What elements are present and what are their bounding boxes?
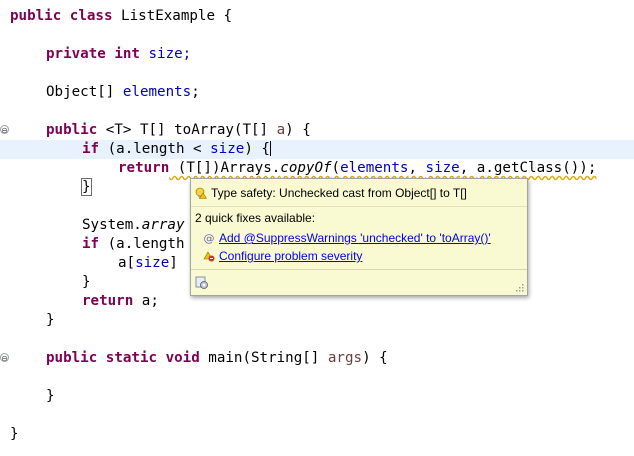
quick-fix-suppress-warnings[interactable]: @ Add @SuppressWarnings 'unchecked' to '… — [203, 230, 491, 246]
code-text: a.getClass()); — [476, 160, 597, 176]
field-name: size — [425, 160, 460, 176]
fold-collapse-icon[interactable]: ⊖ — [0, 125, 9, 135]
warning-underline-expression[interactable]: (T[])Arrays.copyOf(elements, size, a.get… — [169, 160, 597, 176]
code-line-main-decl[interactable]: public static void main(String[] args) { — [46, 349, 388, 368]
parameter-name: args — [327, 350, 363, 366]
code-line-close-brace[interactable]: } — [10, 425, 19, 444]
code-text: main(String[] — [199, 350, 328, 366]
code-line-close-brace[interactable]: } — [46, 387, 55, 406]
keyword: return — [82, 293, 134, 309]
code-text: ] — [169, 255, 178, 271]
static-method-name: array — [141, 217, 185, 233]
code-line-toarray-decl[interactable]: public <T> T[] toArray(T[] a) { — [46, 121, 311, 140]
problem-text: Type safety: Unchecked cast from Object[… — [211, 186, 467, 200]
keyword: int — [114, 46, 140, 62]
code-text: ListExample { — [112, 8, 233, 24]
configure-tool-icon[interactable] — [195, 276, 209, 290]
code-text: } — [10, 426, 19, 442]
code-text: , — [459, 160, 477, 176]
field-name: size — [210, 141, 245, 157]
field-name: size — [135, 255, 170, 271]
divider — [191, 206, 527, 207]
keyword: static — [105, 350, 158, 366]
quick-fix-count: 2 quick fixes available: — [195, 211, 316, 225]
code-line-close-brace[interactable]: } — [82, 273, 91, 292]
quick-fix-popup[interactable]: Type safety: Unchecked cast from Object[… — [190, 178, 528, 296]
code-text: Object[] — [46, 84, 115, 100]
resize-grip-icon[interactable] — [514, 282, 524, 292]
fold-collapse-icon[interactable]: ⊖ — [0, 353, 9, 363]
code-text: , — [408, 160, 426, 176]
configure-severity-link[interactable]: Configure problem severity — [219, 249, 362, 263]
code-text: (a.length — [99, 236, 185, 252]
code-text: a[ — [118, 255, 136, 271]
suppress-warnings-link[interactable]: Add @SuppressWarnings 'unchecked' to 'to… — [219, 231, 491, 245]
code-line-if-length[interactable]: if (a.length — [82, 235, 185, 254]
keyword: public — [46, 350, 98, 366]
code-line-size-field[interactable]: private int size; — [46, 45, 191, 64]
field-name: elements — [122, 84, 192, 100]
quick-fix-configure-severity[interactable]: Configure problem severity — [203, 248, 362, 264]
code-text: ( — [331, 160, 341, 176]
code-line-if-current[interactable]: if (a.length < size) { — [0, 140, 634, 159]
field-name: elements — [340, 160, 409, 176]
keyword: public — [46, 122, 98, 138]
code-text: } — [46, 312, 55, 328]
keyword: class — [69, 8, 113, 24]
keyword: if — [82, 236, 100, 252]
code-text: <T> T[] toArray(T[] — [97, 122, 277, 138]
keyword: return — [118, 160, 170, 176]
code-text: a; — [133, 293, 159, 309]
keyword: if — [82, 141, 100, 157]
code-line-class-decl[interactable]: public class ListExample { — [10, 7, 232, 26]
field-name: size; — [139, 46, 192, 62]
keyword: public — [10, 8, 62, 24]
at-annotation-icon: @ — [204, 232, 215, 244]
code-line-elements-field[interactable]: Object[] elements; — [46, 83, 200, 102]
code-text: System. — [82, 217, 142, 233]
configure-severity-icon — [203, 251, 215, 262]
code-text: ) { — [362, 350, 388, 366]
code-text: ) { — [244, 141, 270, 157]
static-method-name: copyOf — [280, 160, 332, 176]
divider — [191, 269, 527, 270]
code-line-close-brace[interactable]: } — [46, 311, 55, 330]
code-text: } — [46, 388, 55, 404]
matching-bracket: } — [81, 178, 92, 196]
warning-lightbulb-icon — [195, 187, 207, 199]
svg-text:@: @ — [204, 232, 215, 244]
code-text: } — [82, 274, 91, 290]
code-text: (a.length < — [99, 141, 211, 157]
text-caret — [269, 141, 271, 156]
code-text: ) { — [285, 122, 311, 138]
code-line-return-a[interactable]: return a; — [82, 292, 159, 311]
code-text: (T[])Arrays. — [169, 160, 281, 176]
parameter-name: a — [276, 122, 286, 138]
code-line-system-arraycopy[interactable]: System.array — [82, 216, 185, 235]
keyword: private — [46, 46, 106, 62]
code-line-return-copyof[interactable]: return (T[])Arrays.copyOf(elements, size… — [118, 159, 596, 178]
problem-description: Type safety: Unchecked cast from Object[… — [195, 185, 467, 201]
code-line-array-assign[interactable]: a[size] — [118, 254, 178, 273]
code-line-close-brace[interactable]: } — [81, 178, 92, 197]
code-text: ; — [191, 84, 200, 100]
keyword: void — [165, 350, 200, 366]
